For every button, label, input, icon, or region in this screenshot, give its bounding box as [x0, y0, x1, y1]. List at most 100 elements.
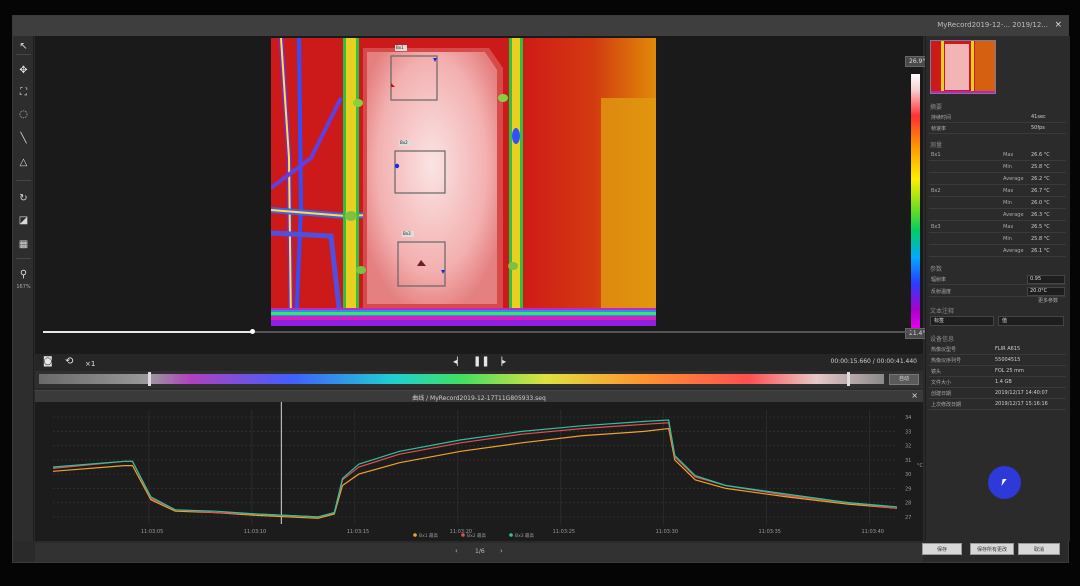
y-tick-label: 30: [905, 472, 911, 478]
summary-value: 50fps: [1031, 125, 1045, 131]
thermal-viewer: Bx1 Bx2 Bx3 26.9°C 21.4°C: [35, 36, 934, 354]
device-info-key: 热像仪序列号: [931, 358, 962, 364]
x-tick-label: 11:03:25: [553, 529, 575, 535]
temperature-line-chart[interactable]: 27 28 29 30 31 32 33 34 °C 11:03:05 11:03:10 11:03:…: [35, 402, 923, 541]
zoom-icon[interactable]: ⚲: [17, 268, 30, 281]
y-unit-label: °C: [917, 463, 923, 469]
cancel-button[interactable]: 取消: [1018, 543, 1060, 555]
measurement-stat: Max: [1003, 224, 1014, 230]
device-info-key: 上次修改日期: [931, 402, 962, 408]
window-title: MyRecord2019-12-... 2019/12...: [937, 21, 1048, 29]
text-annotation-section-title: 文本注释: [930, 308, 955, 315]
measurement-stat: Average: [1003, 176, 1024, 182]
annotation-value-combo[interactable]: 值: [998, 316, 1064, 326]
pause-icon[interactable]: ❚❚: [473, 356, 490, 368]
measurement-row: Average 26.1 °C: [929, 246, 1066, 257]
summary-value: 41sec: [1031, 114, 1046, 120]
measurement-row: Bx2 Max 26.7 °C: [929, 186, 1066, 197]
box-label-1: Bx1: [396, 45, 404, 50]
device-info-value: 1.4 GB: [995, 379, 1012, 385]
palette-high-handle[interactable]: [847, 372, 850, 386]
measurement-row: Min 25.8 °C: [929, 234, 1066, 245]
playback-timeline[interactable]: [43, 329, 913, 334]
close-window-icon[interactable]: ×: [1054, 20, 1062, 30]
measurement-value: 26.0 °C: [1031, 200, 1050, 206]
save-as-button[interactable]: 保存所有更改: [970, 543, 1014, 555]
y-tick-label: 28: [905, 501, 911, 507]
mouse-cursor-highlight: [988, 466, 1021, 499]
measurement-value: 26.7 °C: [1031, 188, 1050, 194]
zoom-level-label: 167%: [16, 284, 31, 290]
x-tick-label: 11:03:10: [244, 529, 266, 535]
legend-swatch-2: [461, 533, 465, 537]
line-icon[interactable]: ╲: [17, 132, 30, 145]
measurement-row: Min 25.8 °C: [929, 162, 1066, 173]
next-frame-icon[interactable]: ▕▸: [496, 356, 506, 368]
palette-strip[interactable]: [39, 374, 884, 384]
measurement-row: Average 26.2 °C: [929, 174, 1066, 185]
parameter-row: 反射温度 20.0°C: [929, 286, 1066, 297]
point-spot-icon[interactable]: ✥: [17, 64, 30, 77]
auto-range-button[interactable]: 自动: [889, 374, 919, 385]
measurement-box-name: Bx2: [931, 188, 941, 194]
measurement-stat: Average: [1003, 248, 1024, 254]
summary-row: 持续时间 41sec: [929, 112, 1066, 123]
y-tick-label: 33: [905, 429, 911, 435]
x-tick-label: 11:03:30: [656, 529, 678, 535]
device-info-key: 创建日期: [931, 391, 952, 397]
previous-frame-icon[interactable]: ◂▏: [453, 356, 463, 368]
more-parameters-link[interactable]: 更多参数: [1038, 297, 1058, 304]
measurement-stat: Max: [1003, 188, 1014, 194]
measurement-row: Min 26.0 °C: [929, 198, 1066, 209]
y-tick-label: 34: [905, 415, 911, 421]
color-palette-icon[interactable]: ▦: [17, 238, 30, 251]
measurement-box-name: Bx3: [931, 224, 941, 230]
box-area-icon[interactable]: ⛶: [17, 86, 30, 99]
parameter-input[interactable]: 20.0°C: [1027, 287, 1065, 296]
ellipse-area-icon[interactable]: ◌: [17, 108, 30, 121]
chart-pager: ‹ 1/6 ›: [35, 543, 923, 562]
x-tick-label: 11:03:05: [141, 529, 163, 535]
device-info-value: 2019/12/17 15:16:16: [995, 401, 1048, 407]
device-info-row: 上次修改日期 2019/12/17 15:16:16: [929, 399, 1066, 410]
legend-label-1: Bx1 最高: [419, 532, 439, 539]
timeline-progress: [43, 331, 252, 333]
palette-fill-icon[interactable]: ◪: [17, 214, 30, 227]
parameter-key: 反射温度: [931, 289, 952, 295]
loop-icon[interactable]: ⟲: [65, 356, 73, 368]
ok-button[interactable]: 保存: [922, 543, 962, 555]
box-label-3: Bx3: [403, 231, 411, 236]
rotate-icon[interactable]: ↻: [17, 192, 30, 205]
temperature-colorbar: [911, 74, 920, 336]
measurement-section-title: 测量: [930, 142, 943, 149]
timeline-knob[interactable]: [249, 329, 255, 334]
close-chart-icon[interactable]: ×: [911, 391, 918, 400]
legend-label-3: Bx3 最高: [515, 532, 535, 539]
speed-label[interactable]: ×1: [85, 358, 95, 370]
cursor-arrow-icon: [1001, 479, 1007, 486]
toolbar-divider: [16, 54, 31, 55]
thumbnail-image: [931, 41, 995, 93]
pager-prev-icon[interactable]: ‹: [455, 547, 458, 555]
polygon-icon[interactable]: △: [17, 156, 30, 169]
measurement-value: 26.1 °C: [1031, 248, 1050, 254]
palette-low-handle[interactable]: [148, 372, 151, 386]
parameters-section-title: 参数: [930, 266, 943, 273]
summary-key: 帧速率: [931, 126, 947, 132]
pager-next-icon[interactable]: ›: [500, 547, 503, 555]
thumbnail-preview[interactable]: [930, 40, 996, 94]
device-info-key: 热像仪型号: [931, 347, 957, 353]
y-tick-label: 29: [905, 486, 911, 492]
device-info-row: 热像仪序列号 55004515: [929, 355, 1066, 366]
parameter-input[interactable]: 0.95: [1027, 275, 1065, 284]
x-tick-label: 11:03:40: [861, 529, 883, 535]
snapshot-camera-icon[interactable]: ◙: [43, 356, 53, 368]
thermal-analysis-window: MyRecord2019-12-... 2019/12... × ↖ ✥ ⛶ ◌ ╲ △ ↻…: [12, 15, 1070, 563]
thermal-image[interactable]: Bx1 Bx2 Bx3: [271, 38, 656, 326]
device-info-row: 创建日期 2019/12/17 14:40:07: [929, 388, 1066, 399]
measurement-stat: Average: [1003, 212, 1024, 218]
pager-page: 1/6: [475, 548, 485, 555]
select-arrow-icon[interactable]: ↖: [17, 40, 30, 53]
annotation-label-combo[interactable]: 标签: [930, 316, 994, 326]
device-info-value: 2019/12/17 14:40:07: [995, 390, 1048, 396]
